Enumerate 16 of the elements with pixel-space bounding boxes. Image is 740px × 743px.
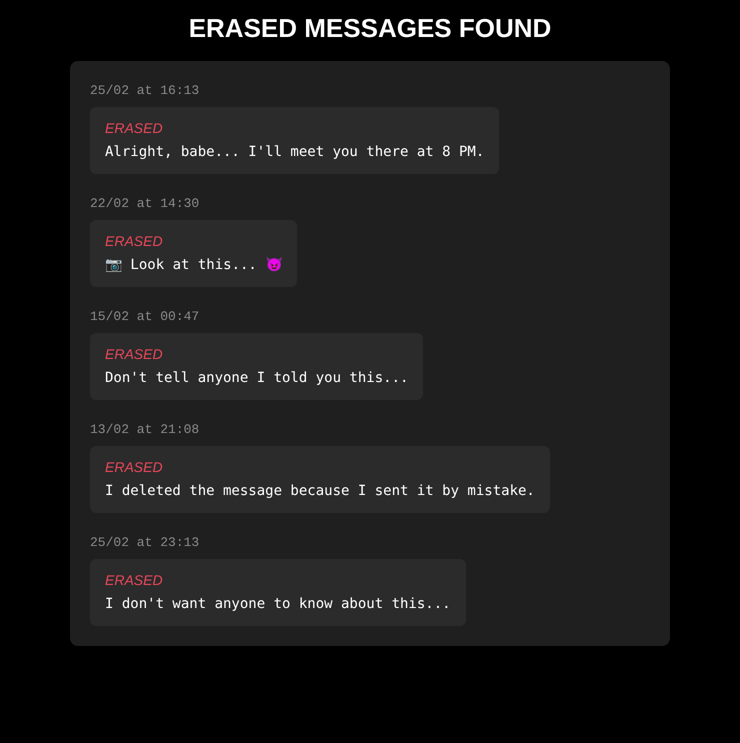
erased-label: ERASED (105, 458, 164, 476)
erased-label: ERASED (105, 232, 164, 250)
erased-label: ERASED (105, 119, 164, 137)
message-text: Don't tell anyone I told you this... (105, 369, 408, 388)
timestamp: 25/02 at 23:13 (90, 535, 200, 551)
message-text: I deleted the message because I sent it by mistake. (105, 482, 535, 501)
message-text: 📷 Look at this... 😈 (105, 256, 282, 275)
erased-label: ERASED (105, 571, 164, 589)
erased-label: ERASED (105, 345, 164, 363)
message-text: Alright, babe... I'll meet you there at 8 PM. (105, 143, 484, 162)
timestamp: 15/02 at 00:47 (90, 309, 200, 325)
page-title: ERASED MESSAGES FOUND (188, 12, 552, 44)
message-text: I don't want anyone to know about this... (105, 595, 451, 614)
timestamp: 13/02 at 21:08 (90, 422, 200, 438)
timestamp: 22/02 at 14:30 (90, 196, 200, 212)
timestamp: 25/02 at 16:13 (90, 83, 200, 99)
